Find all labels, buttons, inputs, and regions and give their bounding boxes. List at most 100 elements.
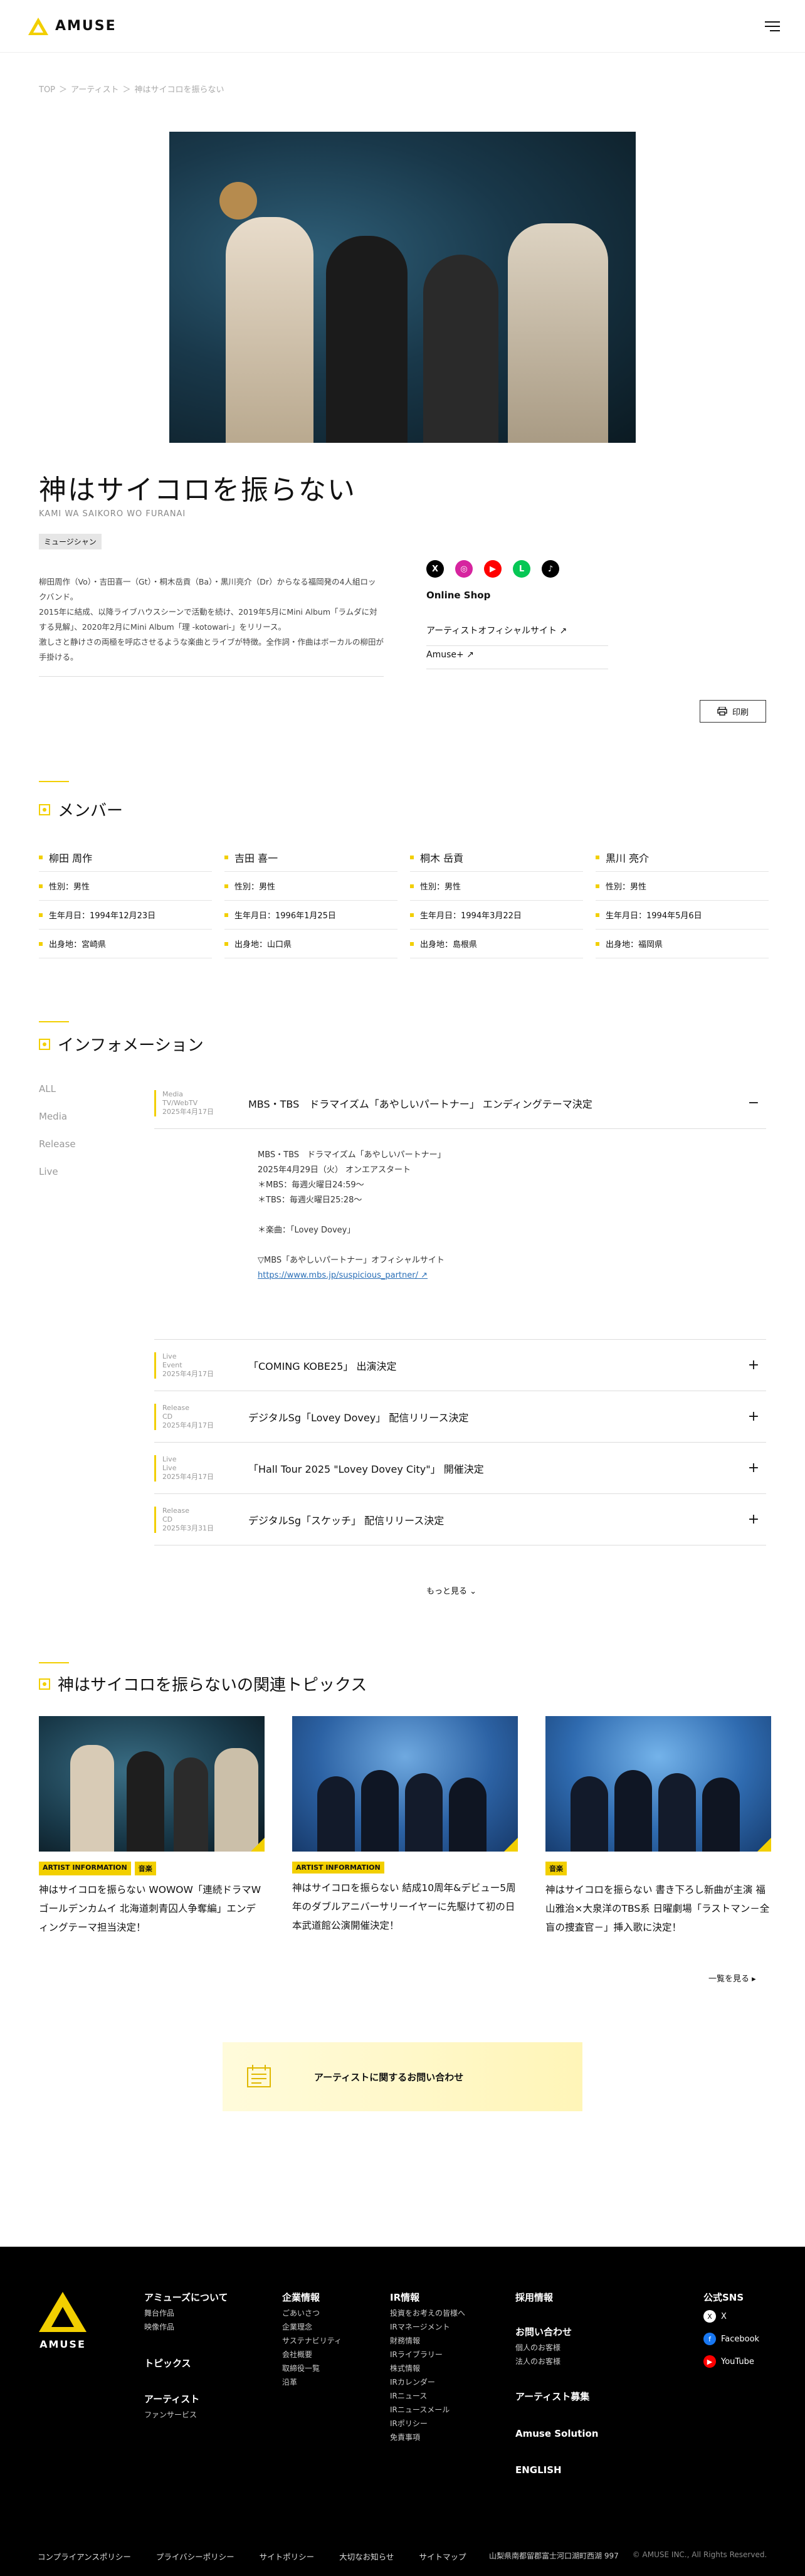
filter-release[interactable]: Release bbox=[39, 1130, 76, 1158]
footer-link[interactable]: 舞台作品 bbox=[144, 2306, 228, 2320]
privacy-link[interactable]: プライバシーポリシー bbox=[156, 2550, 234, 2562]
footer-link[interactable]: サステナビリティ bbox=[282, 2334, 342, 2348]
footer-link[interactable]: IRライブラリー bbox=[390, 2348, 465, 2361]
print-label: 印刷 bbox=[732, 708, 749, 718]
official-site-link[interactable]: アーティストオフィシャルサイト ↗ bbox=[426, 624, 608, 646]
footer-link[interactable]: IRマネージメント bbox=[390, 2320, 465, 2334]
member-name: 黒川 亮介 bbox=[606, 852, 650, 864]
filter-media[interactable]: Media bbox=[39, 1103, 76, 1130]
section-icon bbox=[39, 803, 50, 815]
tiktok-icon[interactable]: ♪ bbox=[542, 560, 559, 578]
member-gender: 性別：男性 bbox=[49, 883, 90, 892]
filter-all[interactable]: ALL bbox=[39, 1075, 76, 1103]
info-item[interactable]: Live Event 2025年4月17日 「COMING KOBE25」 出演決定… bbox=[154, 1340, 766, 1391]
footer-artist-recruit[interactable]: アーティスト募集 bbox=[515, 2390, 598, 2403]
compliance-link[interactable]: コンプライアンスポリシー bbox=[38, 2550, 131, 2562]
breadcrumb-sep: ＞ bbox=[59, 85, 68, 95]
footer-link[interactable]: 沿革 bbox=[282, 2375, 342, 2389]
info-category: Media bbox=[162, 1089, 184, 1098]
artist-romaji: KAMI WA SAIKORO WO FURANAI bbox=[39, 509, 186, 519]
footer-link[interactable]: 投資をお考えの皆様へ bbox=[390, 2306, 465, 2320]
filter-live[interactable]: Live bbox=[39, 1158, 76, 1185]
footer-artist[interactable]: アーティスト bbox=[144, 2392, 228, 2405]
x-icon[interactable]: X bbox=[426, 560, 444, 578]
line-icon[interactable]: L bbox=[513, 560, 530, 578]
footer-link[interactable]: IRニュースメール bbox=[390, 2403, 465, 2417]
footer-solution[interactable]: Amuse Solution bbox=[515, 2428, 598, 2439]
footer-link[interactable]: IRポリシー bbox=[390, 2417, 465, 2430]
member-from: 出身地：宮崎県 bbox=[49, 940, 107, 950]
footer-facebook-link[interactable]: f Facebook bbox=[703, 2333, 759, 2345]
instagram-icon[interactable]: ◎ bbox=[455, 560, 473, 578]
footer-company[interactable]: 企業情報 bbox=[282, 2291, 342, 2304]
info-date: 2025年4月17日 bbox=[162, 1107, 214, 1116]
youtube-icon[interactable]: ▶ bbox=[484, 560, 502, 578]
mbs-site-link[interactable]: https://www.mbs.jp/suspicious_partner/ ↗ bbox=[258, 1271, 428, 1280]
footer-link[interactable]: 取締役一覧 bbox=[282, 2361, 342, 2375]
expand-icon[interactable]: + bbox=[741, 1460, 766, 1476]
collapse-icon[interactable]: − bbox=[741, 1095, 766, 1111]
footer-link[interactable]: 会社概要 bbox=[282, 2348, 342, 2361]
breadcrumb-artist[interactable]: アーティスト bbox=[71, 85, 118, 95]
info-item[interactable]: Release CD 2025年3月31日 デジタルSg「スケッチ」 配信リリース決… bbox=[154, 1494, 766, 1545]
sitemap-link[interactable]: サイトマップ bbox=[419, 2550, 466, 2562]
footer-link[interactable]: IRニュース bbox=[390, 2389, 465, 2403]
breadcrumb-current: 神はサイコロを振らない bbox=[134, 85, 224, 95]
footer-link[interactable]: 財務情報 bbox=[390, 2334, 465, 2348]
footer-youtube-link[interactable]: ▶ YouTube bbox=[703, 2355, 759, 2368]
topic-card[interactable]: 音楽 神はサイコロを振らない 書き下ろし新曲が主演 福山雅治×大泉洋のTBS系 … bbox=[545, 1716, 771, 1937]
footer-link[interactable]: IRカレンダー bbox=[390, 2375, 465, 2389]
topic-card[interactable]: ARTIST INFORMATION 音楽 神はサイコロを振らない WOWOW「連… bbox=[39, 1716, 265, 1937]
footer-about[interactable]: アミューズについて bbox=[144, 2291, 228, 2304]
footer-link[interactable]: 株式情報 bbox=[390, 2361, 465, 2375]
detail-line: MBS・TBS ドラマイズム「あやしいパートナー」 bbox=[258, 1150, 446, 1160]
footer-recruit[interactable]: 採用情報 bbox=[515, 2291, 598, 2304]
info-item[interactable]: Live Live 2025年4月17日 「Hall Tour 2025 "Love… bbox=[154, 1443, 766, 1494]
members-title: メンバー bbox=[58, 802, 124, 820]
info-subcategory: Live bbox=[162, 1463, 177, 1472]
topic-card[interactable]: ARTIST INFORMATION 神はサイコロを振らない 結成10周年&デビ… bbox=[292, 1716, 518, 1937]
info-detail: MBS・TBS ドラマイズム「あやしいパートナー」 2025年4月29日（火） … bbox=[154, 1129, 766, 1340]
footer-col-ir: IR情報 投資をお考えの皆様へ IRマネージメント 財務情報 IRライブラリー … bbox=[390, 2291, 465, 2444]
expand-icon[interactable]: + bbox=[741, 1512, 766, 1527]
section-divider bbox=[39, 1662, 69, 1663]
footer-x-link[interactable]: XX bbox=[703, 2310, 759, 2323]
breadcrumb-top[interactable]: TOP bbox=[39, 85, 55, 95]
footer-link[interactable]: 映像作品 bbox=[144, 2320, 228, 2334]
footer-contact[interactable]: お問い合わせ bbox=[515, 2325, 598, 2338]
amuse-plus-link[interactable]: Amuse+ ↗ bbox=[426, 650, 608, 669]
contact-banner[interactable]: アーティストに関するお問い合わせ bbox=[223, 2042, 582, 2111]
footer-link[interactable]: 免責事項 bbox=[390, 2430, 465, 2444]
info-date: 2025年4月17日 bbox=[162, 1472, 214, 1481]
footer-logo[interactable]: AMUSE bbox=[38, 2291, 88, 2350]
footer-copyright: 山梨県南都留郡富士河口湖町西湖 997 © AMUSE INC., All Ri… bbox=[489, 2550, 767, 2561]
amuse-logo-icon bbox=[28, 17, 48, 35]
footer-topics[interactable]: トピックス bbox=[144, 2356, 228, 2370]
site-policy-link[interactable]: サイトポリシー bbox=[260, 2550, 315, 2562]
print-button[interactable]: 印刷 bbox=[700, 700, 766, 723]
info-subcategory: CD bbox=[162, 1515, 173, 1524]
footer-link[interactable]: 法人のお客様 bbox=[515, 2355, 598, 2368]
expand-icon[interactable]: + bbox=[741, 1357, 766, 1373]
artist-bio: 柳田周作（Vo）・吉田喜一（Gt）・桐木岳貢（Ba）・黒川亮介（Dr）からなる福… bbox=[39, 575, 384, 677]
member-birth: 生年月日：1994年5月6日 bbox=[606, 911, 702, 921]
expand-icon[interactable]: + bbox=[741, 1409, 766, 1424]
site-header: AMUSE bbox=[0, 0, 805, 53]
footer-link[interactable]: ごあいさつ bbox=[282, 2306, 342, 2320]
hamburger-icon[interactable] bbox=[764, 21, 780, 31]
view-all-link[interactable]: 一覧を見る ▸ bbox=[708, 1972, 756, 1984]
footer-col-sns: 公式SNS XX f Facebook ▶ YouTube bbox=[703, 2291, 759, 2368]
info-item[interactable]: Release CD 2025年4月17日 デジタルSg「Lovey Dovey」 … bbox=[154, 1391, 766, 1443]
more-button[interactable]: もっと見る ⌄ bbox=[426, 1584, 476, 1596]
section-icon bbox=[39, 1678, 50, 1690]
info-item[interactable]: Media TV/WebTV 2025年4月17日 MBS・TBS ドラマイズム「あ… bbox=[154, 1078, 766, 1129]
member-name: 桐木 岳貢 bbox=[420, 852, 464, 864]
footer-link[interactable]: 企業理念 bbox=[282, 2320, 342, 2334]
footer-english[interactable]: ENGLISH bbox=[515, 2464, 598, 2476]
footer-link[interactable]: 個人のお客様 bbox=[515, 2341, 598, 2355]
notice-link[interactable]: 大切なお知らせ bbox=[339, 2550, 394, 2562]
footer-link[interactable]: ファンサービス bbox=[144, 2408, 228, 2422]
genre-tag[interactable]: ミュージシャン bbox=[39, 534, 102, 549]
amuse-logo[interactable]: AMUSE bbox=[28, 17, 117, 36]
footer-ir[interactable]: IR情報 bbox=[390, 2291, 465, 2304]
